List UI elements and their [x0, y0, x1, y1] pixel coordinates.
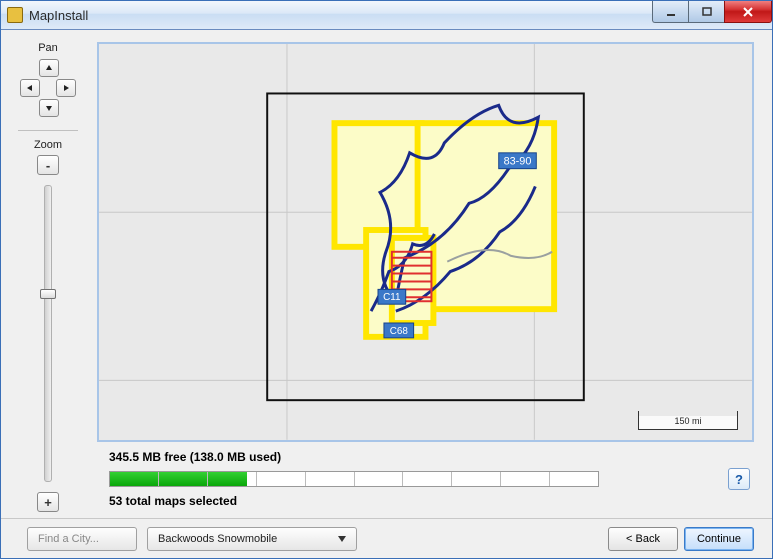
arrow-down-icon — [45, 104, 53, 112]
svg-text:83-90: 83-90 — [504, 156, 532, 168]
tile-label-c11: C11 — [378, 290, 406, 305]
pan-left-button[interactable] — [20, 79, 40, 97]
pan-up-button[interactable] — [39, 59, 59, 77]
window-title: MapInstall — [29, 8, 88, 23]
zoom-out-button[interactable]: - — [37, 155, 59, 175]
main-row: Pan Zoom — [1, 30, 772, 518]
svg-text:C11: C11 — [383, 292, 401, 303]
zoom-slider[interactable] — [44, 185, 52, 482]
mapset-dropdown[interactable]: Backwoods Snowmobile — [147, 527, 357, 551]
pan-pad — [19, 58, 77, 116]
help-button[interactable]: ? — [728, 468, 750, 490]
client-area: Pan Zoom — [1, 30, 772, 558]
map-column: 83-90 C11 C68 150 mi — [97, 42, 754, 512]
zoom-column: - + — [37, 155, 59, 512]
app-icon — [7, 7, 23, 23]
zoom-label: Zoom — [34, 139, 62, 151]
maximize-icon — [701, 7, 713, 17]
status-block: 345.5 MB free (138.0 MB used) ? 53 total… — [97, 442, 754, 512]
selected-text: 53 total maps selected — [109, 494, 237, 508]
storage-meter — [109, 471, 599, 487]
svg-text:C68: C68 — [390, 326, 409, 337]
chevron-down-icon — [338, 536, 346, 542]
nav-buttons: < Back Continue — [608, 527, 754, 551]
zoom-thumb[interactable] — [40, 289, 56, 299]
minimize-icon — [665, 7, 677, 17]
minimize-button[interactable] — [652, 1, 688, 23]
scale-bar: 150 mi — [638, 416, 738, 430]
arrow-up-icon — [45, 64, 53, 72]
pan-right-button[interactable] — [56, 79, 76, 97]
map-canvas: 83-90 C11 C68 — [99, 44, 752, 440]
close-icon — [742, 7, 754, 17]
scale-label: 150 mi — [674, 416, 701, 426]
maximize-button[interactable] — [688, 1, 724, 23]
window-controls — [652, 1, 772, 23]
divider — [18, 130, 78, 131]
continue-button[interactable]: Continue — [684, 527, 754, 551]
pan-label: Pan — [38, 42, 58, 54]
bottom-bar: Find a City... Backwoods Snowmobile < Ba… — [1, 518, 772, 558]
pan-down-button[interactable] — [39, 99, 59, 117]
app-window: MapInstall Pan — [0, 0, 773, 559]
tile-label-c68: C68 — [384, 323, 414, 338]
tile-label-8390: 83-90 — [499, 153, 537, 169]
zoom-in-button[interactable]: + — [37, 492, 59, 512]
storage-meter-ticks — [110, 472, 598, 486]
arrow-left-icon — [26, 84, 34, 92]
left-panel: Pan Zoom — [9, 42, 87, 512]
mapset-value: Backwoods Snowmobile — [158, 533, 277, 545]
arrow-right-icon — [62, 84, 70, 92]
close-button[interactable] — [724, 1, 772, 23]
back-button[interactable]: < Back — [608, 527, 678, 551]
storage-text: 345.5 MB free (138.0 MB used) — [109, 450, 281, 464]
map-viewport[interactable]: 83-90 C11 C68 150 mi — [97, 42, 754, 442]
find-city-placeholder: Find a City... — [38, 533, 99, 545]
titlebar: MapInstall — [1, 1, 772, 30]
find-city-button[interactable]: Find a City... — [27, 527, 137, 551]
